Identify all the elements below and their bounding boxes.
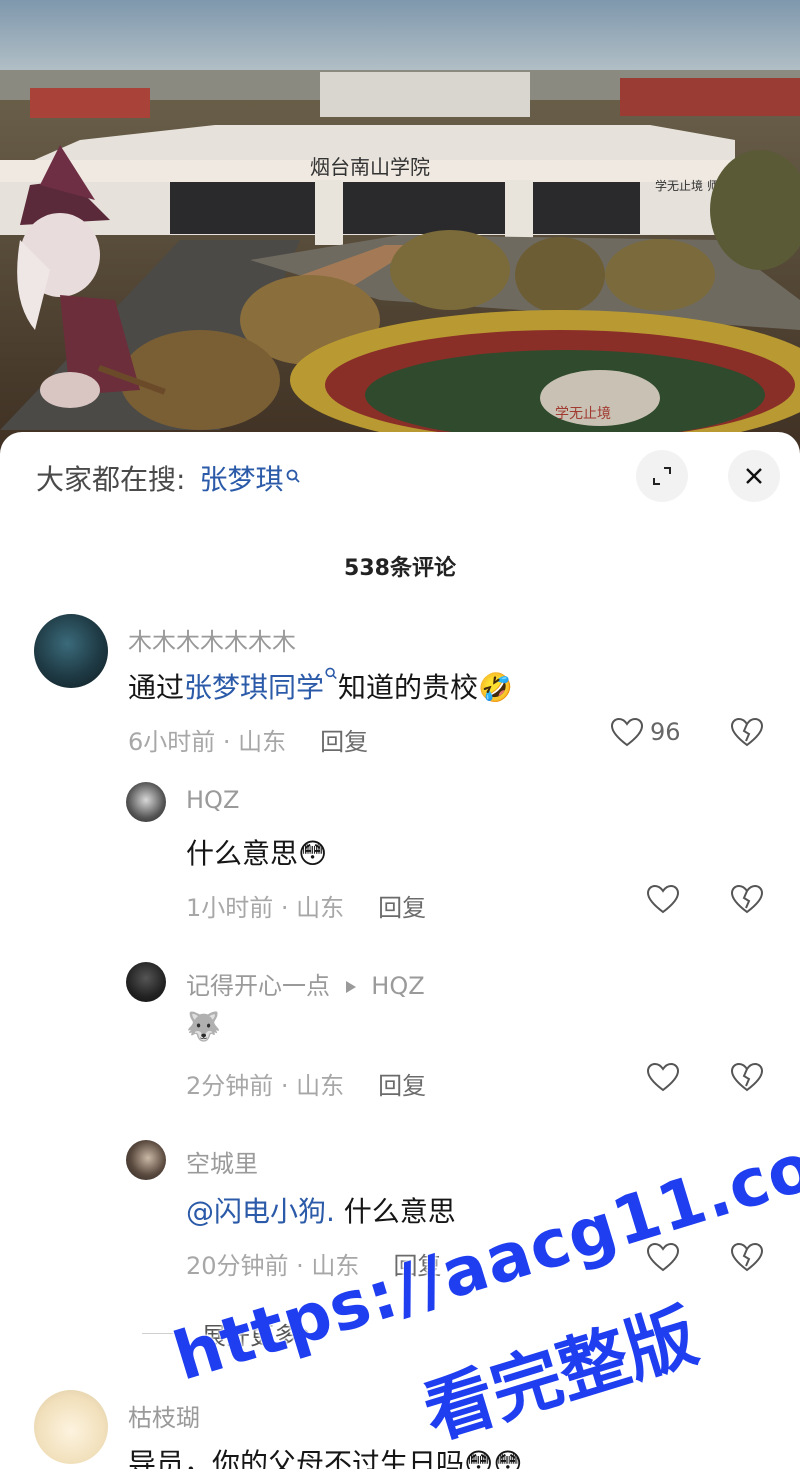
like-button[interactable]: 96	[610, 717, 681, 747]
fullscreen-button[interactable]	[636, 450, 688, 502]
comment-text-part: 知道的贵校🤣	[338, 671, 513, 704]
gate-sign-text: 烟台南山学院	[310, 155, 430, 179]
comment-meta: 1小时前 · 山东 回复	[186, 888, 426, 923]
comment-meta: 6小时前 · 山东 回复	[128, 722, 368, 757]
comment-text: 什么意思😳	[186, 837, 328, 870]
comment-username[interactable]: 枯枝瑚	[128, 1398, 200, 1433]
comment-time-location: 2分钟前 · 山东	[186, 1072, 345, 1100]
comment-text-part: 什么意思	[334, 1195, 456, 1228]
comment-count-title: 538条评论	[344, 556, 456, 581]
dislike-button[interactable]	[730, 1242, 764, 1276]
broken-heart-icon	[730, 1062, 764, 1092]
rock-inscription: 学无止境	[555, 406, 611, 422]
avatar[interactable]	[126, 782, 166, 822]
broken-heart-icon	[730, 1242, 764, 1272]
comment-time-location: 6小时前 · 山东	[128, 728, 287, 756]
comment-username[interactable]: HQZ	[186, 786, 239, 814]
trending-search-term[interactable]: 张梦琪	[199, 458, 283, 498]
like-button[interactable]	[646, 1242, 680, 1272]
trending-search-row[interactable]: 大家都在搜: 张梦琪	[36, 456, 301, 500]
comment-text: @闪电小狗. 什么意思	[186, 1190, 456, 1230]
heart-icon	[646, 884, 680, 914]
comment-text: 导员，你的父母不过生日吗😳😳	[128, 1447, 523, 1469]
comment-text: 通过张梦琪同学 知道的贵校🤣	[128, 666, 513, 706]
avatar[interactable]	[126, 962, 166, 1002]
comment-time-location: 20分钟前 · 山东	[186, 1252, 360, 1280]
like-count: 96	[650, 718, 681, 746]
comment-sheet: 大家都在搜: 张梦琪 538条评论 木木木木木木木 通过张梦琪同学 知道的贵校🤣 …	[0, 432, 800, 1469]
search-icon	[285, 462, 301, 495]
comment-mention-link[interactable]: 张梦琪同学	[184, 671, 324, 704]
comment-item: 枯枝瑚 导员，你的父母不过生日吗😳😳	[0, 1390, 800, 1469]
heart-icon	[610, 717, 644, 747]
avatar[interactable]	[126, 1140, 166, 1180]
reply-arrow-icon	[345, 981, 356, 993]
reply-item: 记得开心一点 HQZ 🐺 2分钟前 · 山东 回复	[0, 962, 800, 1102]
campus-gate-photo: 烟台南山学院 学无止境 师表南山 学无止境	[0, 0, 800, 470]
comment-text: 🐺	[186, 1010, 221, 1043]
heart-icon	[646, 1242, 680, 1272]
reply-item: 空城里 @闪电小狗. 什么意思 20分钟前 · 山东 回复	[0, 1140, 800, 1280]
comment-username-text[interactable]: 记得开心一点	[186, 972, 330, 1000]
campus-gate-illustration: 烟台南山学院 学无止境 师表南山 学无止境	[0, 0, 800, 470]
chevron-down-icon	[304, 1328, 322, 1339]
close-button[interactable]	[728, 450, 780, 502]
reply-item: HQZ 什么意思😳 1小时前 · 山东 回复	[0, 782, 800, 922]
expand-more-label: 展开更多	[202, 1322, 298, 1350]
expand-more-replies[interactable]: 展开更多	[142, 1316, 324, 1351]
broken-heart-icon	[730, 717, 764, 747]
reply-button[interactable]: 回复	[378, 894, 426, 922]
reply-button[interactable]: 回复	[320, 728, 368, 756]
close-icon	[746, 468, 762, 484]
divider-line	[142, 1333, 182, 1334]
search-icon	[325, 667, 337, 680]
comment-meta: 2分钟前 · 山东 回复	[186, 1066, 426, 1101]
dislike-button[interactable]	[730, 884, 764, 918]
like-button[interactable]	[646, 884, 680, 914]
trending-search-prefix: 大家都在搜:	[36, 463, 186, 496]
dislike-button[interactable]	[730, 717, 764, 751]
comment-username[interactable]: 记得开心一点 HQZ	[186, 966, 425, 1001]
comment-mention-link[interactable]: @闪电小狗.	[186, 1195, 335, 1228]
reply-target-username[interactable]: HQZ	[371, 972, 424, 1000]
heart-icon	[646, 1062, 680, 1092]
like-button[interactable]	[646, 1062, 680, 1092]
comment-time-location: 1小时前 · 山东	[186, 894, 345, 922]
comment-username[interactable]: 木木木木木木木	[128, 622, 296, 657]
dislike-button[interactable]	[730, 1062, 764, 1096]
expand-icon	[653, 467, 671, 485]
comment-item: 木木木木木木木 通过张梦琪同学 知道的贵校🤣 6小时前 · 山东 回复 96	[0, 614, 800, 757]
reply-button[interactable]: 回复	[378, 1072, 426, 1100]
reply-button[interactable]: 回复	[393, 1252, 441, 1280]
broken-heart-icon	[730, 884, 764, 914]
avatar[interactable]	[34, 1390, 108, 1464]
avatar[interactable]	[34, 614, 108, 688]
comment-username[interactable]: 空城里	[186, 1144, 258, 1179]
comment-meta: 20分钟前 · 山东 回复	[186, 1246, 441, 1281]
comment-text-part: 通过	[128, 671, 185, 704]
